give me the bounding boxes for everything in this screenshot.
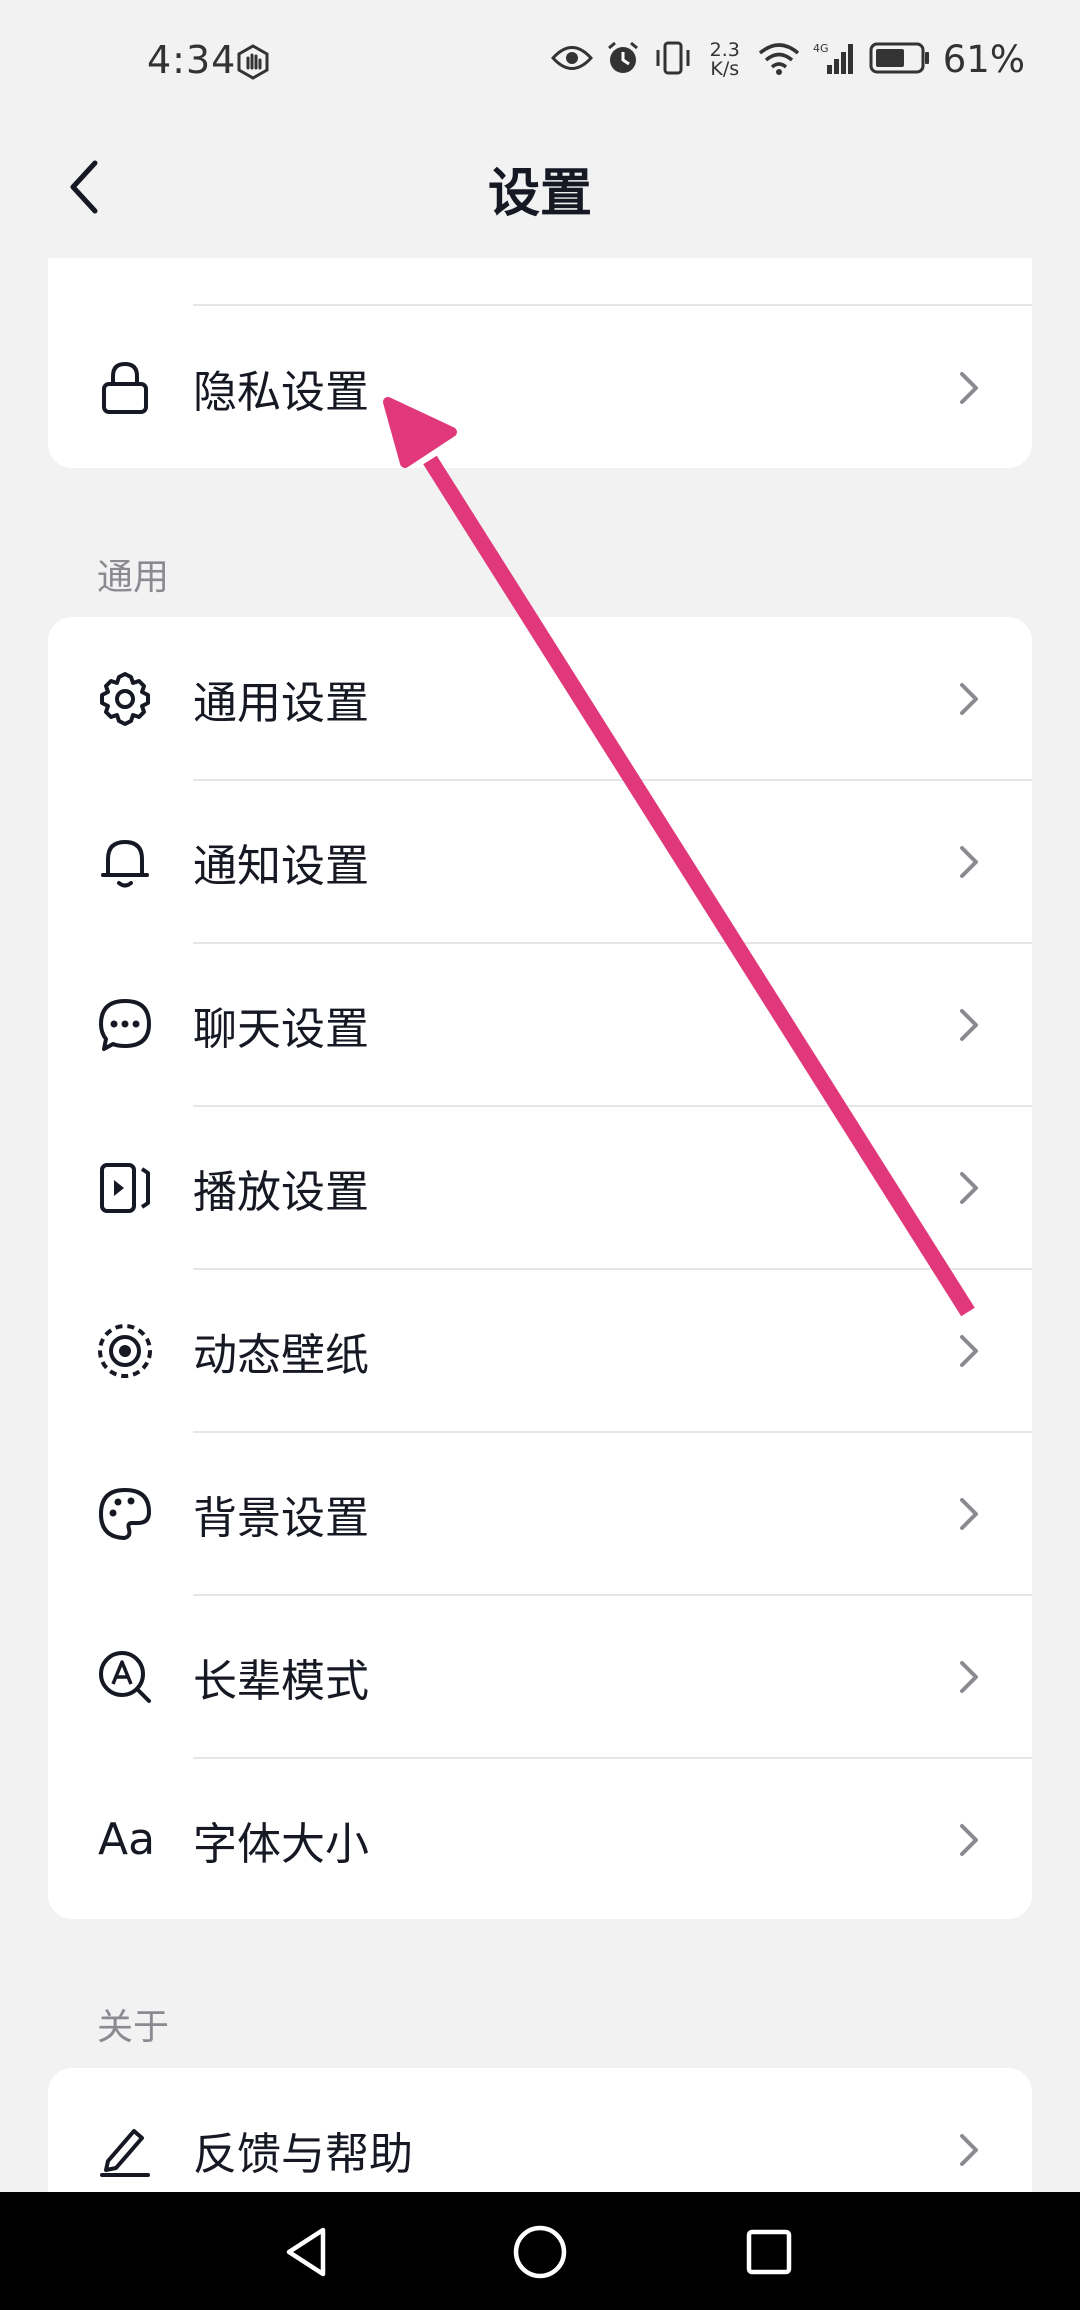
privacy-card: 隐私设置 [48,258,1032,468]
chevron-right-icon [960,1008,978,1041]
gear-icon [95,669,155,729]
vibrate-icon [653,40,693,80]
nav-home-button[interactable] [508,2220,572,2284]
status-bar: 4:34 2.3 K/s 4G 61% [0,0,1080,125]
battery-icon [869,41,931,79]
row-label: 字体大小 [193,1818,369,1870]
nav-recents-button[interactable] [737,2220,801,2284]
page-title: 设置 [487,164,592,224]
hand-shield-icon [235,44,271,84]
lock-icon [95,358,155,418]
chevron-right-icon [960,1823,978,1856]
settings-row-privacy[interactable]: 隐私设置 [48,306,1032,468]
settings-row-font-size[interactable]: Aa 字体大小 [48,1758,1032,1919]
chevron-right-icon [960,1334,978,1367]
elder-mode-icon [95,1647,155,1707]
live-wallpaper-icon [95,1321,155,1381]
row-label: 聊天设置 [193,1003,369,1055]
network-speed-value: 2.3 [709,38,740,61]
alarm-icon [605,40,641,80]
settings-row-general[interactable]: 通用设置 [48,617,1032,780]
settings-row-chat[interactable]: 聊天设置 [48,943,1032,1106]
eye-icon [550,43,593,77]
chevron-right-icon [960,1497,978,1530]
chevron-right-icon [960,845,978,878]
settings-row-notification[interactable]: 通知设置 [48,780,1032,943]
status-icons: 2.3 K/s 4G 61% [550,38,1025,81]
wifi-icon [757,41,801,79]
palette-icon [95,1484,155,1544]
settings-screen: 4:34 2.3 K/s 4G 61% 设置 隐私设置 通用 通用设置 通知设置… [0,0,1080,2310]
settings-row-background[interactable]: 背景设置 [48,1432,1032,1595]
chevron-right-icon [960,1171,978,1204]
square-recents-icon [746,2229,792,2275]
chevron-right-icon [960,682,978,715]
row-label: 背景设置 [193,1492,369,1544]
general-card: 通用设置 通知设置 聊天设置 播放设置 动态壁纸 背景设置 长辈模式 Aa 字体… [48,617,1032,1919]
chevron-right-icon [960,371,978,404]
status-time: 4:34 [147,38,237,82]
bell-icon [95,832,155,892]
chat-bubble-icon [95,995,155,1055]
network-type: 4G [813,42,829,55]
network-speed: 2.3 K/s [705,38,745,80]
nav-back-button[interactable] [275,2220,339,2284]
row-label: 播放设置 [193,1166,369,1218]
row-label: 动态壁纸 [193,1329,369,1381]
triangle-back-icon [286,2227,326,2277]
battery-percent: 61% [942,38,1025,81]
system-nav-bar [0,2192,1080,2310]
section-title-about: 关于 [97,2007,170,2048]
settings-row-elder-mode[interactable]: 长辈模式 [48,1595,1032,1758]
row-label: 通用设置 [193,677,369,729]
network-speed-unit: K/s [710,57,740,80]
row-label: 隐私设置 [193,366,369,418]
pencil-icon [95,2120,155,2180]
row-label: 长辈模式 [193,1655,369,1707]
cell-signal-icon: 4G [813,41,857,79]
circle-home-icon [513,2225,567,2279]
play-panel-icon [95,1158,155,1218]
font-size-glyph: Aa [98,1814,156,1865]
section-title-general: 通用 [97,557,170,598]
row-label: 通知设置 [193,840,369,892]
font-size-icon: Aa [98,1810,168,1870]
settings-row-live-wallpaper[interactable]: 动态壁纸 [48,1269,1032,1432]
chevron-right-icon [960,2133,978,2166]
row-label: 反馈与帮助 [193,2128,413,2180]
settings-row-playback[interactable]: 播放设置 [48,1106,1032,1269]
nav-bar: 设置 [0,125,1080,245]
chevron-right-icon [960,1660,978,1693]
